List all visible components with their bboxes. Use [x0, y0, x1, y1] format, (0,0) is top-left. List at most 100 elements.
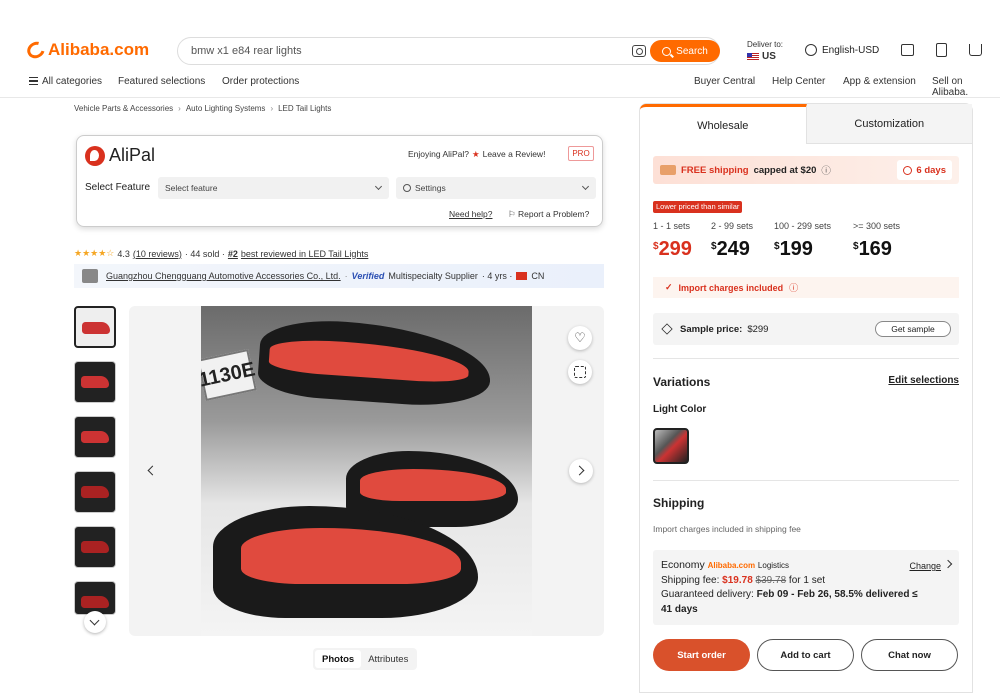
tail-light-on-car [256, 316, 494, 410]
license-plate: 1130E [201, 349, 257, 401]
breadcrumb-item[interactable]: Auto Lighting Systems [186, 104, 266, 113]
free-shipping-banner: FREE shipping capped at $20 ⓘ 6 days [653, 156, 959, 184]
breadcrumb-item[interactable]: Vehicle Parts & Accessories [74, 104, 173, 113]
thumbnail[interactable] [74, 581, 116, 615]
language-selector[interactable]: English-USD [805, 44, 879, 56]
thumbnail[interactable] [74, 471, 116, 513]
orders-icon[interactable] [936, 43, 947, 57]
tab-customization[interactable]: Customization [806, 104, 972, 144]
reviews-link[interactable]: (10 reviews) [133, 249, 182, 259]
alipal-review-prompt[interactable]: Enjoying AliPal? ★ Leave a Review! [408, 149, 545, 160]
product-gallery: 1130E ♡ [129, 306, 604, 636]
menu-icon [29, 77, 38, 86]
lower-price-badge: Lower priced than similar [653, 201, 743, 213]
rating-stars-icon: ★★★★☆ [74, 248, 115, 258]
nav-featured-selections[interactable]: Featured selections [118, 76, 205, 87]
shipping-title: Shipping [653, 496, 705, 510]
supplier-type: Multispecialty Supplier [388, 271, 478, 281]
supplier-years: · 4 yrs · [481, 271, 513, 281]
supplier-name[interactable]: Guangzhou Chengguang Automotive Accessor… [106, 271, 341, 281]
report-label: Report a Problem? [517, 209, 590, 219]
thumbnail[interactable] [74, 526, 116, 568]
thumbnail[interactable] [74, 416, 116, 458]
currency-symbol: $ [774, 241, 780, 252]
select-feature-dropdown[interactable]: Select feature [158, 177, 389, 199]
previous-image-button[interactable] [140, 459, 164, 483]
chat-now-button[interactable]: Chat now [861, 639, 958, 671]
thumbnail[interactable] [74, 306, 116, 348]
info-icon[interactable]: ⓘ [789, 281, 798, 294]
chevron-down-icon [581, 182, 590, 191]
nav-all-categories[interactable]: All categories [29, 76, 102, 87]
tier-price-value: 299 [658, 238, 692, 260]
shipping-fee-for: for 1 set [788, 574, 826, 586]
get-sample-button[interactable]: Get sample [875, 321, 951, 337]
deliver-to-label: Deliver to: [747, 40, 784, 49]
delivery-days-badge: 6 days [897, 160, 952, 180]
alipal-review-link[interactable]: Leave a Review! [483, 149, 546, 159]
thumbnail[interactable] [74, 361, 116, 403]
light-color-swatch[interactable] [653, 428, 689, 464]
panel-tabs: Wholesale Customization [640, 104, 972, 144]
change-shipping-link[interactable]: Change [909, 559, 941, 574]
search-bar[interactable]: bmw x1 e84 rear lights Search [177, 37, 720, 65]
message-icon[interactable] [901, 44, 914, 56]
deliver-to[interactable]: Deliver to: US [747, 40, 783, 62]
settings-dropdown[interactable]: Settings [396, 177, 596, 199]
order-panel: Wholesale Customization FREE shipping ca… [639, 103, 973, 693]
variations-title: Variations [653, 375, 711, 389]
tier-quantity: >= 300 sets [853, 221, 901, 231]
tab-attributes[interactable]: Attributes [361, 650, 415, 668]
breadcrumb: Vehicle Parts & Accessories › Auto Lightin… [74, 104, 331, 113]
alipal-widget: AliPal Enjoying AliPal? ★ Leave a Review! … [76, 135, 603, 227]
shipping-fee: $19.78 [722, 574, 753, 586]
globe-icon [805, 44, 817, 56]
delivery-days-max: 41 days [661, 603, 698, 615]
add-to-cart-button[interactable]: Add to cart [757, 639, 854, 671]
sold-count: · 44 sold · [184, 248, 225, 259]
nav-buyer-central[interactable]: Buyer Central [694, 76, 755, 87]
tier-price: $249 [711, 238, 750, 261]
need-help-link[interactable]: Need help? [449, 209, 492, 219]
camera-icon[interactable] [632, 45, 646, 57]
sample-price-value: $299 [747, 323, 769, 335]
best-rank[interactable]: #2 [228, 249, 238, 259]
pro-badge[interactable]: PRO [568, 146, 594, 161]
thumbnail-image [81, 486, 109, 498]
search-button[interactable]: Search [650, 40, 720, 62]
breadcrumb-item[interactable]: LED Tail Lights [278, 104, 331, 113]
image-search-icon[interactable] [568, 360, 592, 384]
nav-sell-on-alibaba[interactable]: Sell on Alibaba. [932, 76, 1000, 98]
report-problem-link[interactable]: ⚐ Report a Problem? [508, 209, 589, 220]
start-order-button[interactable]: Start order [653, 639, 750, 671]
nav-help-center[interactable]: Help Center [772, 76, 825, 87]
flag-icon: ⚐ [508, 209, 518, 219]
shipping-truck-icon [660, 165, 676, 175]
info-icon[interactable]: ⓘ [821, 163, 831, 177]
cart-icon[interactable] [969, 44, 982, 56]
checkmark-icon: ✓ [665, 282, 673, 292]
thumbnail-image [81, 431, 109, 443]
delivery-dates: Feb 09 - Feb 26 [756, 589, 829, 600]
currency-symbol: $ [853, 241, 859, 252]
best-reviewed-link[interactable]: best reviewed in LED Tail Lights [241, 249, 368, 259]
tail-light-glow [241, 528, 461, 584]
product-main-image[interactable]: 1130E [201, 306, 532, 636]
language-label: English-USD [822, 44, 880, 56]
tab-wholesale[interactable]: Wholesale [640, 104, 807, 144]
favorite-heart-icon[interactable]: ♡ [568, 326, 592, 350]
rating-row: ★★★★☆ 4.3 (10 reviews) · 44 sold · #2 be… [74, 248, 368, 259]
search-button-label: Search [676, 45, 708, 57]
sample-price-box: Sample price: $299 Get sample [653, 313, 959, 345]
thumbnails-scroll-down-button[interactable] [84, 611, 106, 633]
nav-order-protections[interactable]: Order protections [222, 76, 299, 87]
edit-selections-link[interactable]: Edit selections [888, 375, 959, 386]
shipping-note: Import charges included in shipping fee [653, 524, 801, 534]
next-image-button[interactable] [569, 459, 593, 483]
alibaba-logo[interactable]: Alibaba.com [24, 38, 149, 62]
search-input[interactable]: bmw x1 e84 rear lights [191, 45, 302, 57]
nav-app-extension[interactable]: App & extension [843, 76, 916, 87]
logistics-label: Logistics [757, 561, 790, 570]
search-icon [662, 46, 672, 56]
tab-photos[interactable]: Photos [315, 650, 362, 668]
